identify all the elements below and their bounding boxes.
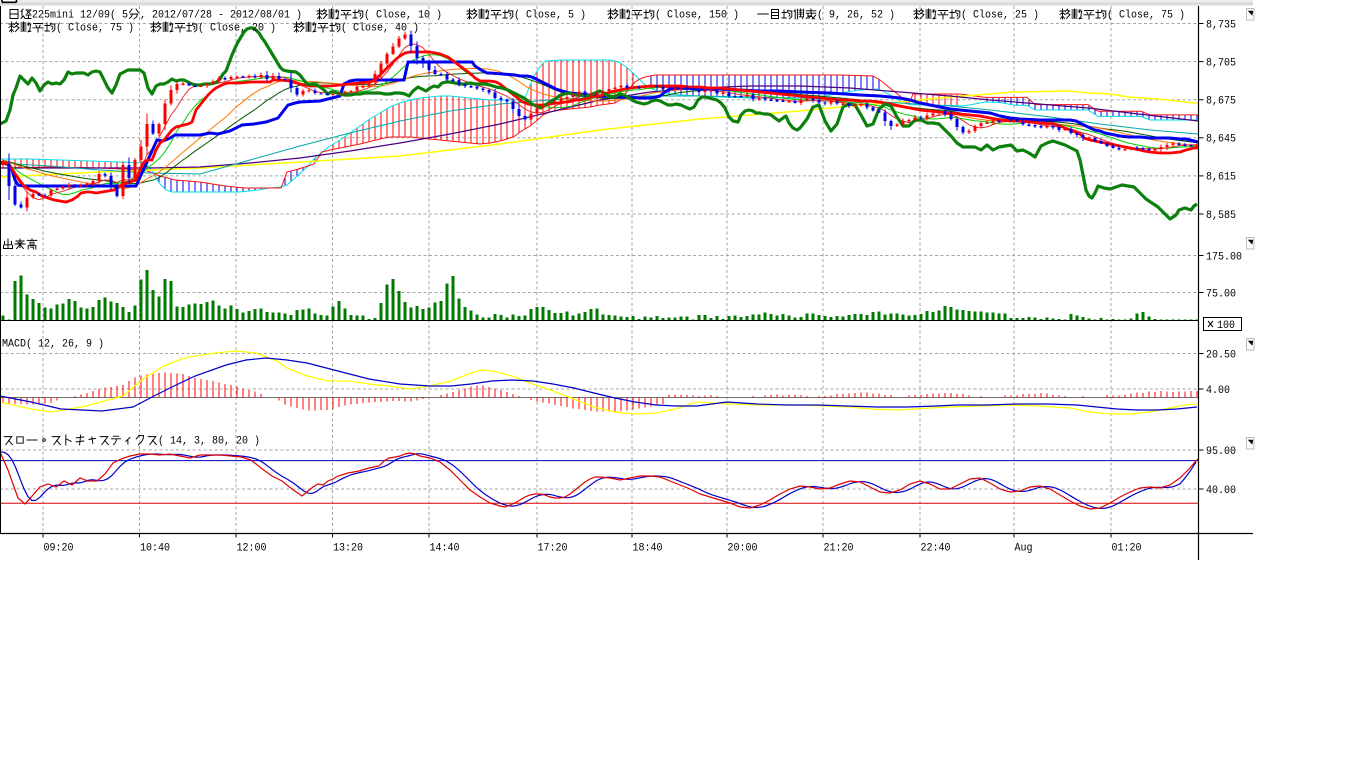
svg-text:10:40: 10:40 — [140, 542, 170, 554]
svg-text:( Close, 20 ): ( Close, 20 ) — [198, 22, 276, 34]
svg-text:18:40: 18:40 — [633, 542, 663, 554]
svg-text:14:40: 14:40 — [430, 542, 460, 554]
svg-text:( Close, 150 ): ( Close, 150 ) — [655, 9, 739, 21]
svg-text:8,615: 8,615 — [1206, 172, 1236, 184]
svg-text:75.00: 75.00 — [1206, 288, 1236, 300]
svg-text:8,585: 8,585 — [1206, 210, 1236, 222]
svg-text:21:20: 21:20 — [824, 542, 854, 554]
svg-text:( Close, 75 ): ( Close, 75 ) — [56, 22, 134, 34]
svg-text:( Close, 5 ): ( Close, 5 ) — [514, 9, 586, 21]
svg-text:95.00: 95.00 — [1206, 446, 1236, 458]
svg-text:8,705: 8,705 — [1206, 57, 1236, 69]
svg-text:( Close, 40 ): ( Close, 40 ) — [341, 22, 419, 34]
svg-text:Aug: Aug — [1015, 542, 1033, 554]
svg-text:13:20: 13:20 — [333, 542, 363, 554]
svg-text:40.00: 40.00 — [1206, 485, 1236, 497]
svg-text:4.00: 4.00 — [1206, 385, 1230, 397]
svg-text:8,735: 8,735 — [1206, 19, 1236, 31]
svg-text:, 2012/07/28 - 2012/08/01 ): , 2012/07/28 - 2012/08/01 ) — [140, 9, 302, 21]
svg-text:225mini 12/09( 5: 225mini 12/09( 5 — [32, 9, 128, 21]
svg-text:12:00: 12:00 — [237, 542, 267, 554]
svg-text:8,675: 8,675 — [1206, 96, 1236, 108]
svg-text:09:20: 09:20 — [44, 542, 74, 554]
svg-text:17:20: 17:20 — [538, 542, 568, 554]
svg-text:( 9, 26, 52 ): ( 9, 26, 52 ) — [817, 9, 895, 21]
svg-text:20:00: 20:00 — [728, 542, 758, 554]
svg-text:( Close, 75 ): ( Close, 75 ) — [1107, 9, 1185, 21]
svg-text:8,645: 8,645 — [1206, 134, 1236, 146]
svg-text:( Close, 25 ): ( Close, 25 ) — [961, 9, 1039, 21]
svg-text:22:40: 22:40 — [921, 542, 951, 554]
svg-text:MACD( 12, 26, 9 ): MACD( 12, 26, 9 ) — [2, 338, 104, 350]
svg-text:100: 100 — [1217, 320, 1235, 332]
svg-text:20.50: 20.50 — [1206, 349, 1236, 361]
svg-text:01:20: 01:20 — [1112, 542, 1142, 554]
svg-text:( Close, 10 ): ( Close, 10 ) — [364, 9, 442, 21]
svg-text:( 14, 3, 80, 20 ): ( 14, 3, 80, 20 ) — [158, 435, 260, 447]
svg-text:175.00: 175.00 — [1206, 251, 1242, 263]
